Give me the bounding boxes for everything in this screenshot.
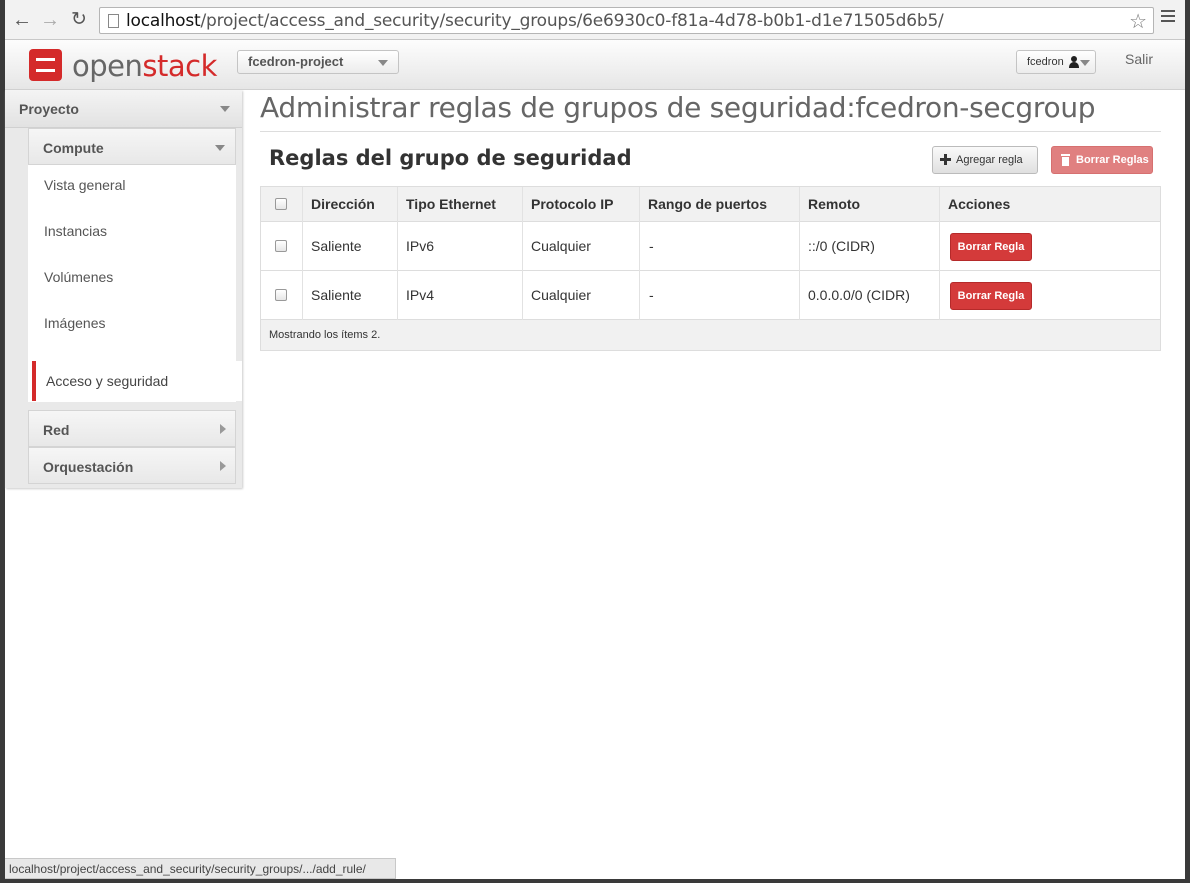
- openstack-cube-icon: [29, 49, 62, 81]
- cell-remote: 0.0.0.0/0 (CIDR): [808, 287, 910, 303]
- cell-ethertype: IPv4: [406, 287, 435, 303]
- cell-ethertype: IPv6: [406, 238, 435, 254]
- sidebar-panel-label: Orquestación: [43, 459, 134, 475]
- hamburger-menu-icon[interactable]: [1161, 10, 1175, 26]
- column-divider: [522, 187, 523, 320]
- rules-table: Dirección Tipo Ethernet Protocolo IP Ran…: [260, 186, 1161, 351]
- project-selector-label: fcedron-project: [248, 54, 344, 69]
- browser-status-bar: localhost/project/access_and_security/se…: [5, 858, 396, 879]
- user-name: fcedron: [1027, 56, 1064, 68]
- chevron-down-icon: [215, 145, 225, 151]
- column-header-direccion[interactable]: Dirección: [311, 196, 375, 212]
- delete-rules-button[interactable]: Borrar Reglas: [1051, 146, 1153, 174]
- page-icon: [108, 14, 119, 28]
- cell-protocol: Cualquier: [531, 287, 591, 303]
- table-title: Reglas del grupo de seguridad: [269, 146, 632, 170]
- cell-port-range: -: [649, 238, 654, 254]
- app-header: openstack fcedron-project fcedron Salir: [5, 40, 1185, 90]
- chevron-right-icon: [220, 461, 226, 471]
- chevron-down-icon: [378, 60, 388, 66]
- column-divider: [799, 187, 800, 320]
- chevron-down-icon: [220, 106, 230, 112]
- bookmark-star-icon[interactable]: ☆: [1129, 9, 1147, 34]
- sidebar-item-imagenes[interactable]: Imágenes: [28, 303, 236, 343]
- cell-direction: Saliente: [311, 238, 362, 254]
- column-divider: [302, 187, 303, 320]
- column-header-rango-de-puertos[interactable]: Rango de puertos: [648, 196, 767, 212]
- sidebar-dashboard-label: Proyecto: [19, 101, 79, 117]
- url-host: localhost: [126, 11, 201, 31]
- table-row: Saliente IPv6 Cualquier - ::/0 (CIDR) Bo…: [261, 222, 1160, 271]
- column-header-acciones: Acciones: [948, 196, 1011, 212]
- sidebar-item-acceso-y-seguridad[interactable]: Acceso y seguridad: [32, 361, 242, 401]
- sidebar-panel-compute[interactable]: Compute: [28, 128, 236, 165]
- select-all-checkbox[interactable]: [275, 198, 287, 210]
- reload-icon[interactable]: ↻: [68, 9, 90, 31]
- add-rule-label: Agregar regla: [956, 154, 1023, 166]
- add-rule-button[interactable]: Agregar regla: [932, 146, 1038, 174]
- cell-remote: ::/0 (CIDR): [808, 238, 875, 254]
- user-menu[interactable]: fcedron: [1016, 50, 1096, 74]
- delete-rule-button[interactable]: Borrar Regla: [950, 233, 1032, 261]
- browser-window: ← → ↻ localhost/project/access_and_secur…: [5, 0, 1185, 879]
- chevron-right-icon: [220, 424, 226, 434]
- sidebar-item-volumenes[interactable]: Volúmenes: [28, 257, 236, 297]
- sidebar-item-label: Imágenes: [44, 315, 106, 331]
- back-arrow-icon[interactable]: ←: [11, 9, 33, 31]
- sidebar-item-label: Volúmenes: [44, 269, 114, 285]
- sidebar-panel-label: Compute: [43, 140, 104, 156]
- sidebar-item-vista-general[interactable]: Vista general: [28, 165, 236, 205]
- delete-rules-label: Borrar Reglas: [1076, 154, 1149, 166]
- sidebar-item-label: Acceso y seguridad: [46, 373, 169, 389]
- delete-rule-button[interactable]: Borrar Regla: [950, 282, 1032, 310]
- cell-port-range: -: [649, 287, 654, 303]
- logout-link[interactable]: Salir: [1125, 51, 1153, 67]
- sidebar-panel-red[interactable]: Red: [28, 410, 236, 447]
- forward-arrow-icon[interactable]: →: [39, 9, 61, 31]
- plus-icon: [940, 154, 951, 165]
- sidebar-compute-items: Vista general Instancias Volúmenes Imáge…: [28, 165, 242, 402]
- row-checkbox[interactable]: [275, 240, 287, 252]
- page-title: Administrar reglas de grupos de segurida…: [260, 91, 1096, 124]
- column-divider: [397, 187, 398, 320]
- trash-icon: [1061, 154, 1070, 166]
- sidebar-panel-label: Red: [43, 422, 70, 438]
- table-header: Dirección Tipo Ethernet Protocolo IP Ran…: [261, 187, 1160, 222]
- sidebar-item-label: Vista general: [44, 177, 126, 193]
- sidebar-dashboard-proyecto[interactable]: Proyecto: [5, 90, 242, 128]
- browser-toolbar: ← → ↻ localhost/project/access_and_secur…: [5, 0, 1185, 40]
- column-header-protocolo-ip[interactable]: Protocolo IP: [531, 196, 613, 212]
- column-header-remoto[interactable]: Remoto: [808, 196, 860, 212]
- logo-text-open: open: [72, 49, 143, 83]
- sidebar-item-instancias[interactable]: Instancias: [28, 211, 236, 251]
- table-row: Saliente IPv4 Cualquier - 0.0.0.0/0 (CID…: [261, 271, 1160, 320]
- row-checkbox[interactable]: [275, 289, 287, 301]
- logo-text: openstack: [72, 49, 217, 83]
- sidebar-item-label: Instancias: [44, 223, 108, 239]
- url-path: /project/access_and_security/security_gr…: [200, 11, 944, 31]
- table-footer: Mostrando los ítems 2.: [261, 320, 1160, 350]
- address-bar[interactable]: localhost/project/access_and_security/se…: [99, 7, 1154, 34]
- chevron-down-icon: [1080, 60, 1090, 66]
- logo-text-stack: stack: [142, 49, 217, 83]
- sidebar: Proyecto Compute Vista general Instancia…: [5, 90, 242, 488]
- cell-protocol: Cualquier: [531, 238, 591, 254]
- divider: [260, 131, 1161, 132]
- column-divider: [639, 187, 640, 320]
- sidebar-panel-orquestacion[interactable]: Orquestación: [28, 447, 236, 484]
- user-icon: [1068, 56, 1080, 68]
- column-header-tipo-ethernet[interactable]: Tipo Ethernet: [406, 196, 496, 212]
- url-text[interactable]: localhost/project/access_and_security/se…: [126, 11, 944, 31]
- cell-direction: Saliente: [311, 287, 362, 303]
- project-selector[interactable]: fcedron-project: [237, 50, 399, 74]
- column-divider: [939, 187, 940, 320]
